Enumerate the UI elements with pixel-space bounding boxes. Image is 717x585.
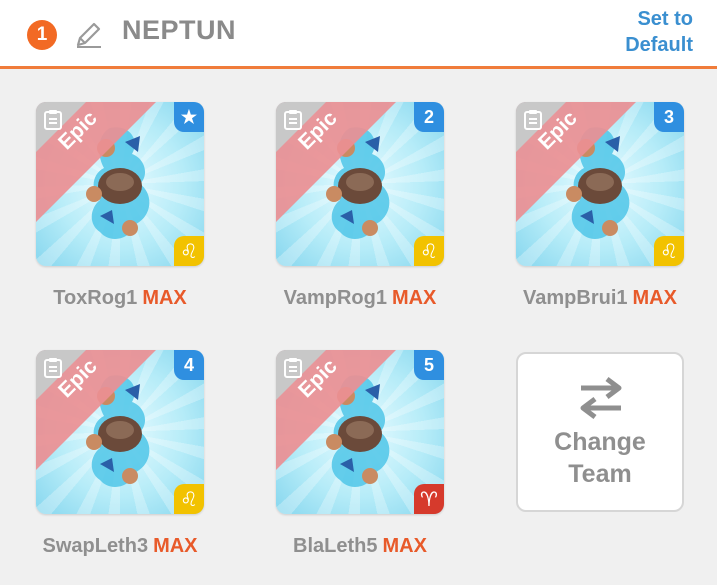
hero-name-text: BlaLeth5	[293, 535, 378, 557]
hero-card[interactable]: Epic 5 ♈	[276, 350, 444, 514]
rank-badge: 3	[654, 102, 684, 132]
hero-card[interactable]: Epic ★ ♌	[36, 102, 204, 266]
rank-badge: 2	[414, 102, 444, 132]
team-header: 1 NEPTUN Set to Default	[0, 0, 717, 69]
hero-name: VampBrui1 MAX	[500, 287, 700, 310]
pencil-icon[interactable]	[74, 19, 104, 49]
hero-name: BlaLeth5 MAX	[260, 535, 460, 558]
change-team-button[interactable]: Change Team	[516, 352, 684, 512]
rank-badge: 4	[174, 350, 204, 380]
hero-card[interactable]: Epic 2 ♌	[276, 102, 444, 266]
hero-name-text: ToxRog1	[53, 287, 138, 309]
leo-sign-icon: ♌	[654, 236, 684, 266]
clipboard-icon[interactable]	[282, 357, 304, 379]
leo-sign-icon: ♌	[174, 236, 204, 266]
team-name[interactable]: NEPTUN	[122, 15, 236, 46]
leo-sign-icon: ♌	[414, 236, 444, 266]
change-team-label: Change Team	[554, 428, 646, 488]
hero-card[interactable]: Epic 3 ♌	[516, 102, 684, 266]
swap-arrows-icon	[580, 377, 622, 419]
clipboard-icon[interactable]	[42, 357, 64, 379]
hero-card[interactable]: Epic 4 ♌	[36, 350, 204, 514]
hero-level: MAX	[632, 287, 677, 309]
hero-name-text: SwapLeth3	[42, 535, 149, 557]
set-to-default-button[interactable]: Set to Default	[593, 6, 693, 58]
aries-sign-icon: ♈	[414, 484, 444, 514]
hero-name: VampRog1 MAX	[260, 287, 460, 310]
star-icon: ★	[174, 102, 204, 132]
rank-badge: 5	[414, 350, 444, 380]
hero-name-text: VampRog1	[283, 287, 387, 309]
team-number-badge: 1	[27, 20, 57, 50]
hero-level: MAX	[142, 287, 187, 309]
hero-level: MAX	[382, 535, 427, 557]
hero-name: SwapLeth3 MAX	[20, 535, 220, 558]
hero-name-text: VampBrui1	[523, 287, 628, 309]
hero-level: MAX	[153, 535, 198, 557]
hero-level: MAX	[391, 287, 437, 309]
hero-name: ToxRog1 MAX	[20, 287, 220, 310]
clipboard-icon[interactable]	[42, 109, 64, 131]
clipboard-icon[interactable]	[522, 109, 544, 131]
leo-sign-icon: ♌	[174, 484, 204, 514]
clipboard-icon[interactable]	[282, 109, 304, 131]
